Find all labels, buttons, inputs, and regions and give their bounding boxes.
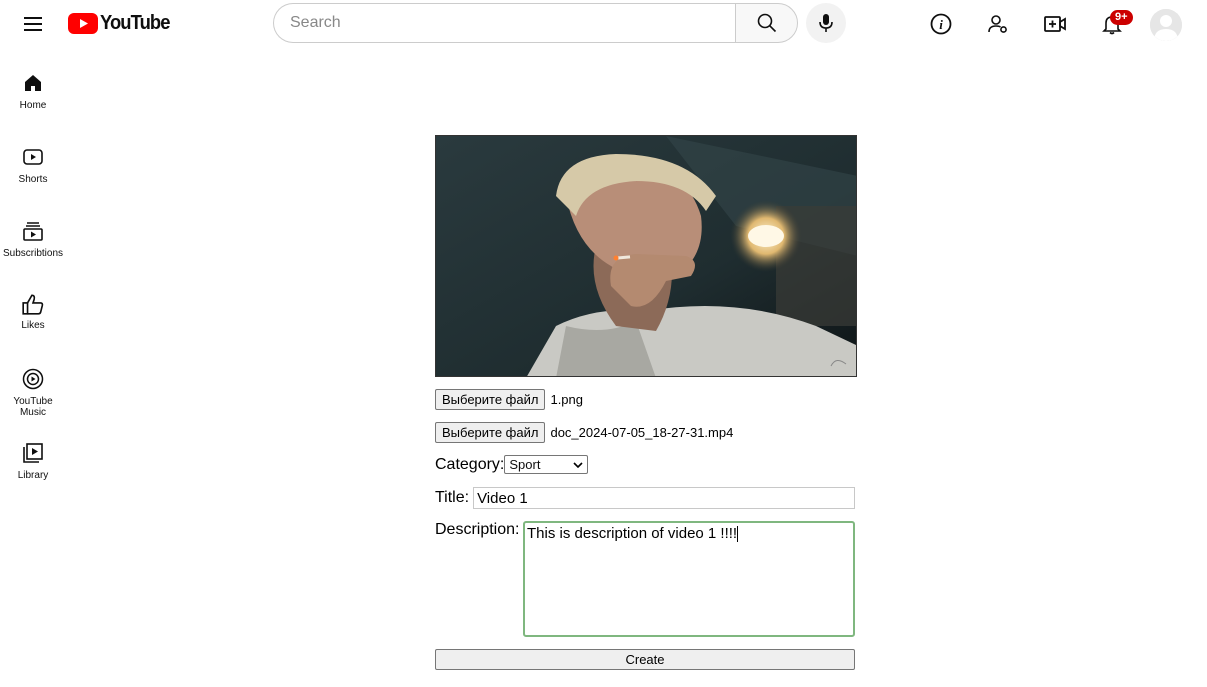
description-label: Description:: [435, 521, 520, 538]
sidebar-item-youtube-music[interactable]: YouTube Music: [0, 368, 66, 418]
chevron-down-icon: [573, 461, 583, 468]
thumbnail-file-name: 1.png: [550, 392, 584, 407]
thumbnail-image: [436, 136, 856, 376]
video-file-name: doc_2024-07-05_18-27-31.mp4: [550, 425, 734, 440]
home-icon: [25, 75, 41, 91]
category-select[interactable]: Sport: [504, 455, 589, 474]
thumbnail-file-row: Выберите файл 1.png: [435, 389, 583, 410]
info-icon: i: [930, 13, 952, 35]
video-file-row: Выберите файл doc_2024-07-05_18-27-31.mp…: [435, 422, 733, 443]
menu-icon-line: [24, 29, 42, 31]
text-caret: [737, 526, 739, 543]
category-value: Sport: [509, 457, 541, 472]
title-input[interactable]: Video 1: [473, 487, 856, 509]
shorts-icon: [23, 149, 43, 165]
youtube-logo[interactable]: YouTube: [68, 12, 176, 35]
description-textarea[interactable]: This is description of video 1 !!!!: [523, 521, 855, 637]
info-button[interactable]: i: [925, 8, 957, 40]
thumbnail-preview: [435, 135, 857, 377]
menu-button[interactable]: [18, 9, 48, 39]
sidebar-item-home[interactable]: Home: [0, 72, 66, 111]
sidebar-item-library[interactable]: Library: [0, 442, 66, 481]
create-video-button[interactable]: [1039, 8, 1071, 40]
menu-icon-line: [24, 17, 42, 19]
logo-text: YouTube: [100, 12, 170, 34]
library-icon: [23, 443, 43, 463]
search-button[interactable]: [735, 3, 798, 43]
sidebar-item-label: Library: [17, 470, 49, 481]
choose-thumbnail-button[interactable]: Выберите файл: [435, 389, 546, 410]
account-settings-button[interactable]: [982, 8, 1014, 40]
search-input[interactable]: [273, 3, 735, 43]
choose-video-button[interactable]: Выберите файл: [435, 422, 546, 443]
title-label: Title:: [435, 489, 470, 506]
sidebar-item-label: Subscribtions: [2, 248, 64, 259]
top-bar: YouTube i: [0, 0, 1207, 48]
sidebar-item-label: YouTube Music: [13, 396, 53, 418]
description-text: This is description of video 1 !!!!: [527, 525, 738, 542]
avatar[interactable]: [1150, 9, 1182, 41]
sidebar-item-likes[interactable]: Likes: [0, 292, 66, 331]
voice-search-button[interactable]: [806, 3, 846, 43]
sidebar-item-label: Shorts: [18, 174, 48, 185]
user-settings-icon: [988, 15, 1007, 33]
svg-text:i: i: [939, 17, 943, 32]
category-row: Category: Sport: [435, 455, 589, 474]
search-bar: [273, 3, 798, 43]
default-avatar-icon: [1150, 9, 1182, 41]
youtube-play-icon: [68, 13, 98, 34]
subscriptions-icon: [23, 222, 43, 241]
thumbs-up-icon: [22, 294, 44, 315]
title-row: Title: Video 1: [435, 487, 857, 509]
create-button[interactable]: Create: [435, 649, 855, 670]
sidebar-item-label: Home: [19, 100, 47, 111]
sidebar-item-label: Likes: [21, 320, 45, 331]
search-icon: [757, 13, 776, 33]
menu-icon-line: [24, 23, 42, 25]
sidebar-item-subscriptions[interactable]: Subscribtions: [0, 220, 66, 259]
music-icon: [22, 368, 44, 390]
category-label: Category:: [435, 455, 505, 473]
microphone-icon: [819, 14, 833, 32]
add-video-icon: [1044, 16, 1066, 32]
notification-badge: 9+: [1110, 10, 1133, 25]
sidebar-item-shorts[interactable]: Shorts: [0, 146, 66, 185]
